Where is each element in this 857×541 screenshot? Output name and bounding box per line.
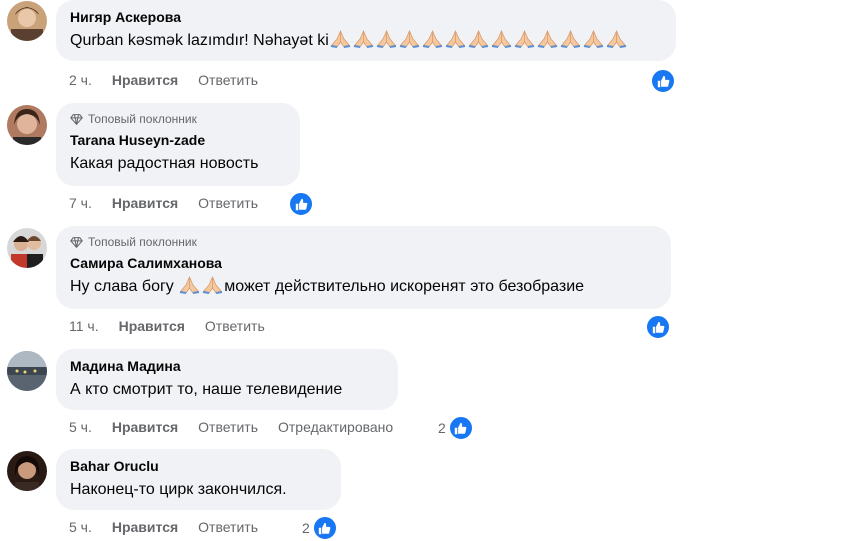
folded-hands-emoji-row [329, 30, 628, 49]
folded-hands-icon [330, 30, 350, 48]
reaction-summary[interactable]: 2 [438, 415, 474, 441]
reply-button[interactable]: Ответить [198, 519, 258, 535]
folded-hands-icon [180, 276, 200, 294]
folded-hands-icon [203, 276, 223, 294]
reply-button[interactable]: Ответить [198, 419, 258, 435]
comment-time[interactable]: 5 ч. [69, 419, 92, 435]
like-button[interactable]: Нравится [119, 318, 185, 334]
reaction-summary[interactable] [288, 191, 314, 217]
reply-button[interactable]: Ответить [198, 72, 258, 88]
like-button[interactable]: Нравится [112, 72, 178, 88]
folded-hands-icon [560, 30, 580, 48]
comment-text-continuation: может действительно искоренят это безобр… [224, 278, 585, 295]
folded-hands-icon [399, 30, 419, 48]
like-icon [645, 314, 671, 340]
edited-label: Отредактировано [278, 419, 394, 435]
comment-author[interactable]: Bahar Oruclu [70, 457, 327, 475]
comment-text: Ну слава богу может действительно искоре… [70, 276, 657, 298]
comment-text: Наконец-то цирк закончился. [70, 481, 287, 498]
avatar[interactable] [7, 105, 47, 145]
comment-bubble: Мадина Мадина А кто смотрит то, наше тел… [56, 349, 398, 410]
folded-hands-icon [376, 30, 396, 48]
reaction-summary[interactable] [645, 314, 671, 340]
folded-hands-icon [422, 30, 442, 48]
avatar[interactable] [7, 228, 47, 268]
reply-button[interactable]: Ответить [205, 318, 265, 334]
comment-text-content: Ну слава богу [70, 278, 179, 295]
avatar[interactable] [7, 351, 47, 391]
folded-hands-icon [514, 30, 534, 48]
comment-actions: 2 ч. Нравится Ответить [69, 69, 278, 91]
comment-text: Какая радостная новость [70, 155, 259, 172]
reaction-summary[interactable] [650, 68, 676, 94]
badge-label: Топовый поклонник [88, 235, 197, 249]
reaction-count: 2 [302, 520, 310, 536]
comment-text-content: Qurban kəsmək lazımdır! Nəhayət ki [70, 32, 329, 49]
like-button[interactable]: Нравится [112, 519, 178, 535]
folded-hands-icon [491, 30, 511, 48]
comment-actions: 5 ч. Нравится Ответить [69, 516, 278, 538]
top-fan-badge: Топовый поклонник [70, 111, 286, 127]
badge-label: Топовый поклонник [88, 112, 197, 126]
reaction-summary[interactable]: 2 [302, 515, 338, 541]
like-icon [447, 415, 474, 441]
comment-author[interactable]: Самира Салимханова [70, 254, 657, 272]
comment-author[interactable]: Нигяр Аскерова [70, 8, 662, 26]
folded-hands-icon [583, 30, 603, 48]
comment-text: Qurban kəsmək lazımdır! Nəhayət ki [70, 30, 662, 52]
folded-hands-icon [445, 30, 465, 48]
diamond-icon [70, 113, 83, 125]
comment-bubble: Нигяр Аскерова Qurban kəsmək lazımdır! N… [56, 0, 676, 61]
folded-hands-emoji-row [178, 276, 224, 295]
comment-time[interactable]: 2 ч. [69, 72, 92, 88]
like-button[interactable]: Нравится [112, 195, 178, 211]
comment-time[interactable]: 7 ч. [69, 195, 92, 211]
comment-author[interactable]: Мадина Мадина [70, 357, 384, 375]
avatar[interactable] [7, 1, 47, 41]
like-button[interactable]: Нравится [112, 419, 178, 435]
comment-author[interactable]: Tarana Huseyn-zade [70, 131, 286, 149]
comment-bubble: Топовый поклонник Tarana Huseyn-zade Как… [56, 103, 300, 186]
comment-time[interactable]: 5 ч. [69, 519, 92, 535]
comment-time[interactable]: 11 ч. [69, 318, 99, 334]
comment-actions: 11 ч. Нравится Ответить [69, 315, 285, 337]
top-fan-badge: Топовый поклонник [70, 234, 657, 250]
reply-button[interactable]: Ответить [198, 195, 258, 211]
folded-hands-icon [468, 30, 488, 48]
folded-hands-icon [353, 30, 373, 48]
reaction-count: 2 [438, 420, 446, 436]
avatar[interactable] [7, 451, 47, 491]
diamond-icon [70, 236, 83, 248]
folded-hands-icon [606, 30, 626, 48]
comment-bubble: Bahar Oruclu Наконец-то цирк закончился. [56, 449, 341, 510]
comment-actions: 5 ч. Нравится Ответить Отредактировано [69, 416, 413, 438]
like-icon [650, 68, 676, 94]
comment-text: А кто смотрит то, наше телевидение [70, 381, 343, 398]
like-icon [288, 191, 314, 217]
folded-hands-icon [537, 30, 557, 48]
comment-actions: 7 ч. Нравится Ответить [69, 192, 278, 214]
comment-bubble: Топовый поклонник Самира Салимханова Ну … [56, 226, 671, 309]
like-icon [311, 515, 338, 541]
